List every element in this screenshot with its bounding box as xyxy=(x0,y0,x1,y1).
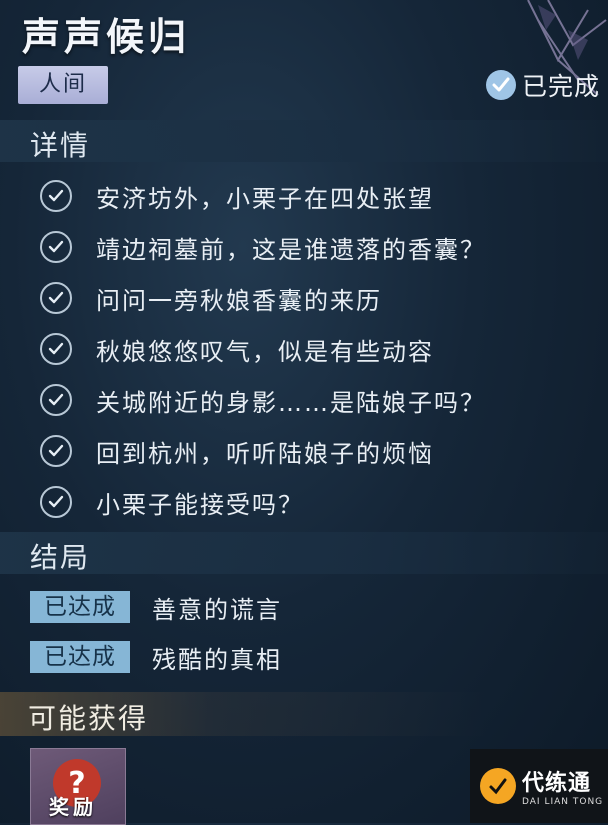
completion-status: 已完成 xyxy=(485,66,600,104)
task-text: 问问一旁秋娘香囊的来历 xyxy=(96,286,382,315)
task-row: 关城附近的身影……是陆娘子吗？ xyxy=(40,380,486,420)
quest-title: 声声候归 xyxy=(22,15,191,59)
task-text: 回到杭州，听听陆娘子的烦恼 xyxy=(96,439,434,468)
check-circle-icon xyxy=(40,486,72,518)
ending-text: 善意的谎言 xyxy=(152,595,282,624)
ending-text: 残酷的真相 xyxy=(152,645,282,674)
task-text: 秋娘悠悠叹气，似是有些动容 xyxy=(96,337,434,366)
task-text: 关城附近的身影……是陆娘子吗？ xyxy=(96,388,486,417)
reward-item[interactable]: ? 奖励 xyxy=(30,748,126,825)
details-header: 详情 xyxy=(0,120,608,162)
rewards-header-label: 可能获得 xyxy=(28,702,149,735)
quest-category-tag: 人间 xyxy=(18,66,108,104)
details-header-label: 详情 xyxy=(30,129,91,162)
task-row: 安济坊外，小栗子在四处张望 xyxy=(40,176,434,216)
check-circle-icon xyxy=(40,435,72,467)
endings-header-label: 结局 xyxy=(30,541,91,574)
check-circle-icon xyxy=(40,333,72,365)
watermark-subtitle: DAI LIAN TONG xyxy=(522,797,604,807)
task-text: 安济坊外，小栗子在四处张望 xyxy=(96,184,434,213)
watermark-name: 代练通 xyxy=(522,771,592,796)
ending-row: 已达成 残酷的真相 xyxy=(30,640,282,674)
achieved-badge: 已达成 xyxy=(30,591,130,623)
logo-icon xyxy=(480,768,516,804)
check-icon xyxy=(485,70,516,100)
task-row: 回到杭州，听听陆娘子的烦恼 xyxy=(40,431,434,471)
task-row: 问问一旁秋娘香囊的来历 xyxy=(40,278,382,318)
rewards-header: 可能获得 xyxy=(0,692,608,736)
reward-label: 奖励 xyxy=(49,795,97,819)
check-circle-icon xyxy=(40,282,72,314)
task-text: 小栗子能接受吗？ xyxy=(96,490,304,519)
task-row: 秋娘悠悠叹气，似是有些动容 xyxy=(40,329,434,369)
ending-row: 已达成 善意的谎言 xyxy=(30,590,282,624)
check-circle-icon xyxy=(40,384,72,416)
task-row: 靖边祠墓前，这是谁遗落的香囊？ xyxy=(40,227,486,267)
check-circle-icon xyxy=(40,180,72,212)
check-circle-icon xyxy=(40,231,72,263)
task-text: 靖边祠墓前，这是谁遗落的香囊？ xyxy=(96,235,486,264)
status-label: 已完成 xyxy=(521,72,600,101)
task-row: 小栗子能接受吗？ xyxy=(40,482,304,522)
endings-header: 结局 xyxy=(0,532,608,574)
watermark: 代练通 DAI LIAN TONG xyxy=(470,749,608,823)
achieved-badge: 已达成 xyxy=(30,641,130,673)
